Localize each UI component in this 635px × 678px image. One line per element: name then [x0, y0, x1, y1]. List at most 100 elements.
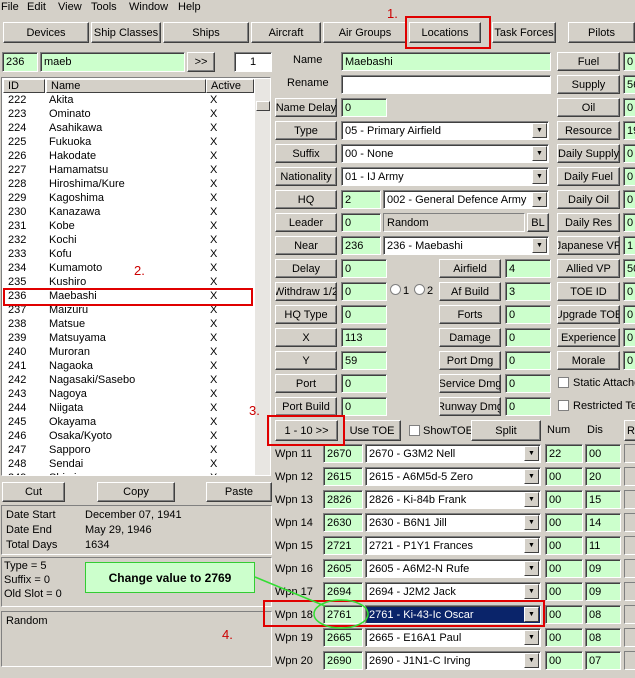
list-item[interactable]: 231 Kobe X: [2, 220, 254, 234]
menu-file[interactable]: File: [1, 1, 19, 13]
chevron-down-icon[interactable]: ▼: [524, 538, 539, 553]
weapon-dis-field[interactable]: 08: [585, 605, 621, 624]
weapon-dis-field[interactable]: 09: [585, 559, 621, 578]
menu-help[interactable]: Help: [178, 1, 201, 13]
bl-button[interactable]: BL: [527, 213, 549, 232]
nationality-dropdown[interactable]: 01 - IJ Army ▼: [341, 167, 549, 186]
cut-button[interactable]: Cut: [2, 482, 65, 502]
experience-button[interactable]: Experience: [557, 328, 620, 347]
daily-fuel-button[interactable]: Daily Fuel: [557, 167, 620, 186]
menu-edit[interactable]: Edit: [27, 1, 46, 13]
tab-pilots[interactable]: Pilots: [568, 22, 635, 43]
weapon-id-field[interactable]: 2826: [323, 490, 363, 509]
weapon-dis-field[interactable]: 08: [585, 628, 621, 647]
leader-field[interactable]: 0: [341, 213, 381, 232]
chevron-down-icon[interactable]: ▼: [524, 653, 539, 668]
show-toe-checkbox[interactable]: [409, 425, 420, 436]
weapon-dis-field[interactable]: 09: [585, 582, 621, 601]
list-item[interactable]: 237 Maizuru X: [2, 304, 254, 318]
daily-supply-field[interactable]: 0: [623, 144, 635, 163]
menu-tools[interactable]: Tools: [91, 1, 117, 13]
weapon-dis-field[interactable]: 07: [585, 651, 621, 670]
supply-field[interactable]: 56: [623, 75, 635, 94]
tab-ships[interactable]: Ships: [163, 22, 249, 43]
weapon-num-field[interactable]: 00: [545, 513, 583, 532]
weapon-id-field[interactable]: 2694: [323, 582, 363, 601]
service-dmg-field[interactable]: 0: [505, 374, 551, 393]
page-number-field[interactable]: 1: [234, 52, 272, 72]
hq-dropdown[interactable]: 002 - General Defence Army ▼: [383, 190, 549, 209]
resource-button[interactable]: Resource: [557, 121, 620, 140]
list-item[interactable]: 248 Sendai X: [2, 458, 254, 472]
list-item[interactable]: 233 Kofu X: [2, 248, 254, 262]
search-go-button[interactable]: >>: [187, 52, 215, 72]
weapon-dis-field[interactable]: 00: [585, 444, 621, 463]
split-button[interactable]: Split: [471, 420, 541, 441]
daily-supply-button[interactable]: Daily Supply: [557, 144, 620, 163]
weapon-dropdown[interactable]: 2721 - P1Y1 Frances ▼: [365, 536, 541, 555]
weapon-num-field[interactable]: 00: [545, 467, 583, 486]
list-item[interactable]: 234 Kumamoto X: [2, 262, 254, 276]
japanese-vp-field[interactable]: 1: [623, 236, 635, 255]
weapon-dis-field[interactable]: 14: [585, 513, 621, 532]
near-button[interactable]: Near: [275, 236, 337, 255]
list-item[interactable]: 246 Osaka/Kyoto X: [2, 430, 254, 444]
leader-button[interactable]: Leader: [275, 213, 337, 232]
af-build-field[interactable]: 3: [505, 282, 551, 301]
weapon-num-field[interactable]: 22: [545, 444, 583, 463]
supply-button[interactable]: Supply: [557, 75, 620, 94]
search-input[interactable]: maeb: [40, 52, 185, 72]
chevron-down-icon[interactable]: ▼: [524, 469, 539, 484]
morale-field[interactable]: 0: [623, 351, 635, 370]
runway-dmg-button[interactable]: Runway Dmg: [439, 397, 501, 416]
weapon-dropdown[interactable]: 2630 - B6N1 Jill ▼: [365, 513, 541, 532]
y-field[interactable]: 59: [341, 351, 387, 370]
list-item[interactable]: 225 Fukuoka X: [2, 136, 254, 150]
weapon-dropdown[interactable]: 2826 - Ki-84b Frank ▼: [365, 490, 541, 509]
weapon-id-field[interactable]: 2665: [323, 628, 363, 647]
weapon-dropdown[interactable]: 2694 - J2M2 Jack ▼: [365, 582, 541, 601]
delay-button[interactable]: Delay: [275, 259, 337, 278]
weapon-dropdown[interactable]: 2665 - E16A1 Paul ▼: [365, 628, 541, 647]
daily-res-field[interactable]: 0: [623, 213, 635, 232]
type-button[interactable]: Type: [275, 121, 337, 140]
toe-id-button[interactable]: TOE ID: [557, 282, 620, 301]
name-field[interactable]: Maebashi: [341, 52, 551, 71]
fuel-button[interactable]: Fuel: [557, 52, 620, 71]
x-field[interactable]: 113: [341, 328, 387, 347]
chevron-down-icon[interactable]: ▼: [524, 515, 539, 530]
allied-vp-field[interactable]: 50: [623, 259, 635, 278]
weapon-num-field[interactable]: 00: [545, 490, 583, 509]
near-field[interactable]: 236: [341, 236, 381, 255]
chevron-down-icon[interactable]: ▼: [524, 446, 539, 461]
experience-field[interactable]: 0: [623, 328, 635, 347]
chevron-down-icon[interactable]: ▼: [524, 561, 539, 576]
list-item[interactable]: 240 Muroran X: [2, 346, 254, 360]
upgrade-toe-button[interactable]: Upgrade TOE: [557, 305, 620, 324]
list-item[interactable]: 244 Niigata X: [2, 402, 254, 416]
port-build-button[interactable]: Port Build: [275, 397, 337, 416]
weapon-num-field[interactable]: 00: [545, 536, 583, 555]
oil-field[interactable]: 0: [623, 98, 635, 117]
delay-field[interactable]: 0: [341, 259, 387, 278]
suffix-button[interactable]: Suffix: [275, 144, 337, 163]
list-header-name[interactable]: Name: [46, 79, 206, 93]
list-item[interactable]: 224 Asahikawa X: [2, 122, 254, 136]
list-item[interactable]: 241 Nagaoka X: [2, 360, 254, 374]
chevron-down-icon[interactable]: ▼: [524, 584, 539, 599]
menu-view[interactable]: View: [58, 1, 82, 13]
hq-type-button[interactable]: HQ Type: [275, 305, 337, 324]
menu-window[interactable]: Window: [129, 1, 168, 13]
fuel-field[interactable]: 0: [623, 52, 635, 71]
nationality-button[interactable]: Nationality: [275, 167, 337, 186]
list-item[interactable]: 238 Matsue X: [2, 318, 254, 332]
list-item[interactable]: 222 Akita X: [2, 94, 254, 108]
port-button[interactable]: Port: [275, 374, 337, 393]
weapon-dropdown[interactable]: 2605 - A6M2-N Rufe ▼: [365, 559, 541, 578]
y-button[interactable]: Y: [275, 351, 337, 370]
forts-field[interactable]: 0: [505, 305, 551, 324]
tab-task-forces[interactable]: Task Forces: [492, 22, 556, 43]
weapon-id-field[interactable]: 2690: [323, 651, 363, 670]
daily-res-button[interactable]: Daily Res: [557, 213, 620, 232]
daily-oil-field[interactable]: 0: [623, 190, 635, 209]
